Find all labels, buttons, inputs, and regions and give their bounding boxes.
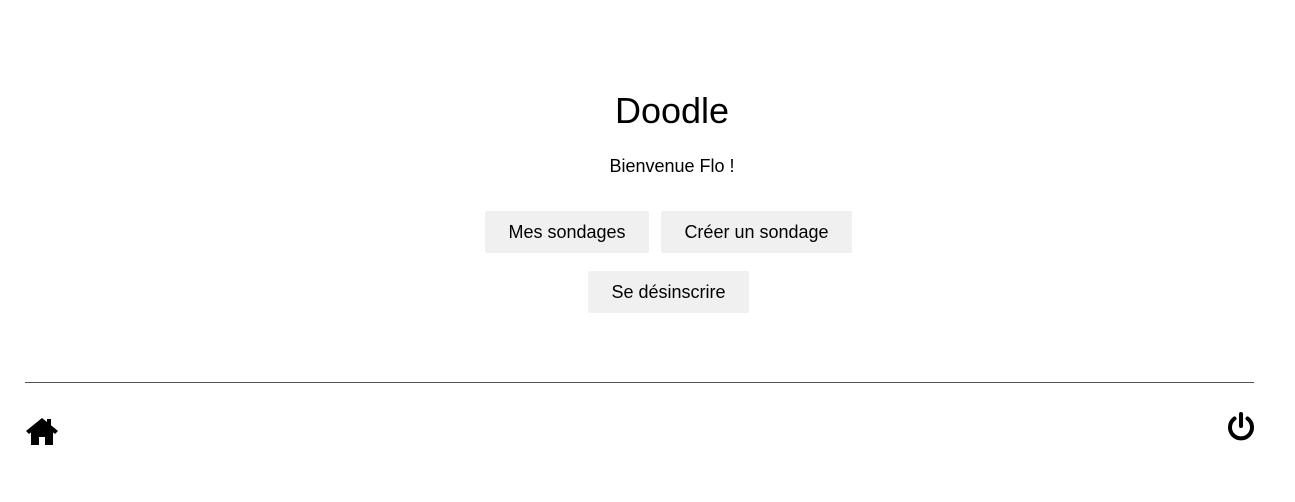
page: Doodle Bienvenue Flo ! Mes sondages Crée… bbox=[0, 0, 1295, 502]
welcome-message: Bienvenue Flo ! bbox=[609, 156, 735, 176]
create-poll-button[interactable]: Créer un sondage bbox=[661, 211, 852, 253]
page-title: Doodle bbox=[614, 90, 730, 131]
my-polls-button[interactable]: Mes sondages bbox=[485, 211, 649, 253]
power-icon[interactable] bbox=[1226, 411, 1256, 443]
home-icon[interactable] bbox=[25, 416, 59, 446]
footer-divider bbox=[25, 382, 1254, 383]
unsubscribe-button[interactable]: Se désinscrire bbox=[588, 271, 749, 313]
